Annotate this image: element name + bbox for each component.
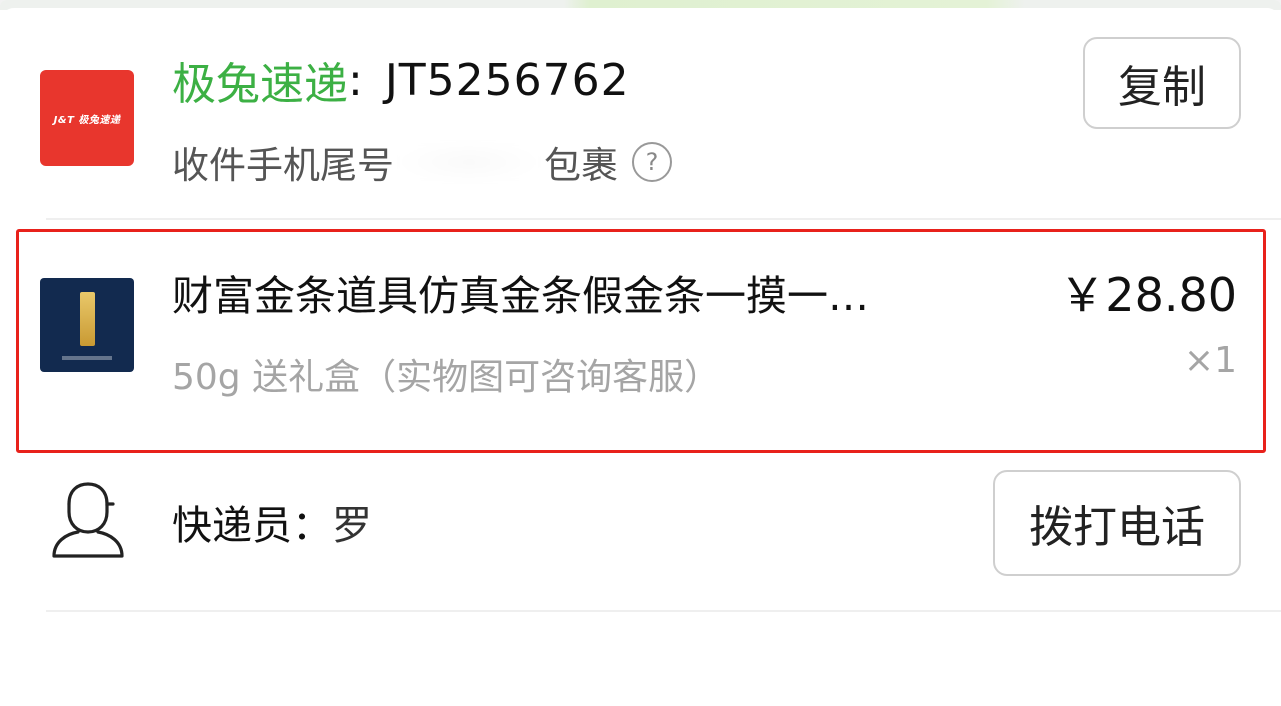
tracking-line: 极兔速递 : JT5256762 — [172, 50, 630, 111]
divider — [46, 218, 1281, 220]
highlight-box — [16, 229, 1266, 453]
carrier-name: 极兔速递 — [172, 59, 348, 110]
carrier-logo: J&T 极兔速递 — [40, 70, 134, 166]
copy-button[interactable]: 复制 — [1083, 37, 1241, 129]
courier-person-icon — [52, 482, 124, 558]
courier-name: 罗 — [332, 503, 372, 549]
help-icon[interactable]: ? — [632, 142, 672, 182]
express-info-card: J&T 极兔速递 极兔速递 : JT5256762 收件手机尾号 包裹 ? 复制… — [0, 0, 1281, 706]
receiver-phone-line: 收件手机尾号 包裹 ? — [172, 134, 672, 190]
divider — [46, 610, 1281, 612]
courier-line: 快递员： 罗 — [172, 492, 542, 552]
carrier-logo-text: J&T 极兔速递 — [53, 114, 121, 126]
receiver-prefix: 收件手机尾号 — [172, 144, 394, 187]
courier-label: 快递员： — [172, 503, 332, 549]
receiver-suffix: 包裹 — [544, 144, 618, 187]
redacted-courier-name — [372, 500, 542, 544]
carrier-separator: : — [348, 54, 363, 106]
redacted-phone-digits — [394, 140, 544, 184]
tracking-number[interactable]: JT5256762 — [385, 55, 630, 106]
call-courier-button[interactable]: 拨打电话 — [993, 470, 1241, 576]
